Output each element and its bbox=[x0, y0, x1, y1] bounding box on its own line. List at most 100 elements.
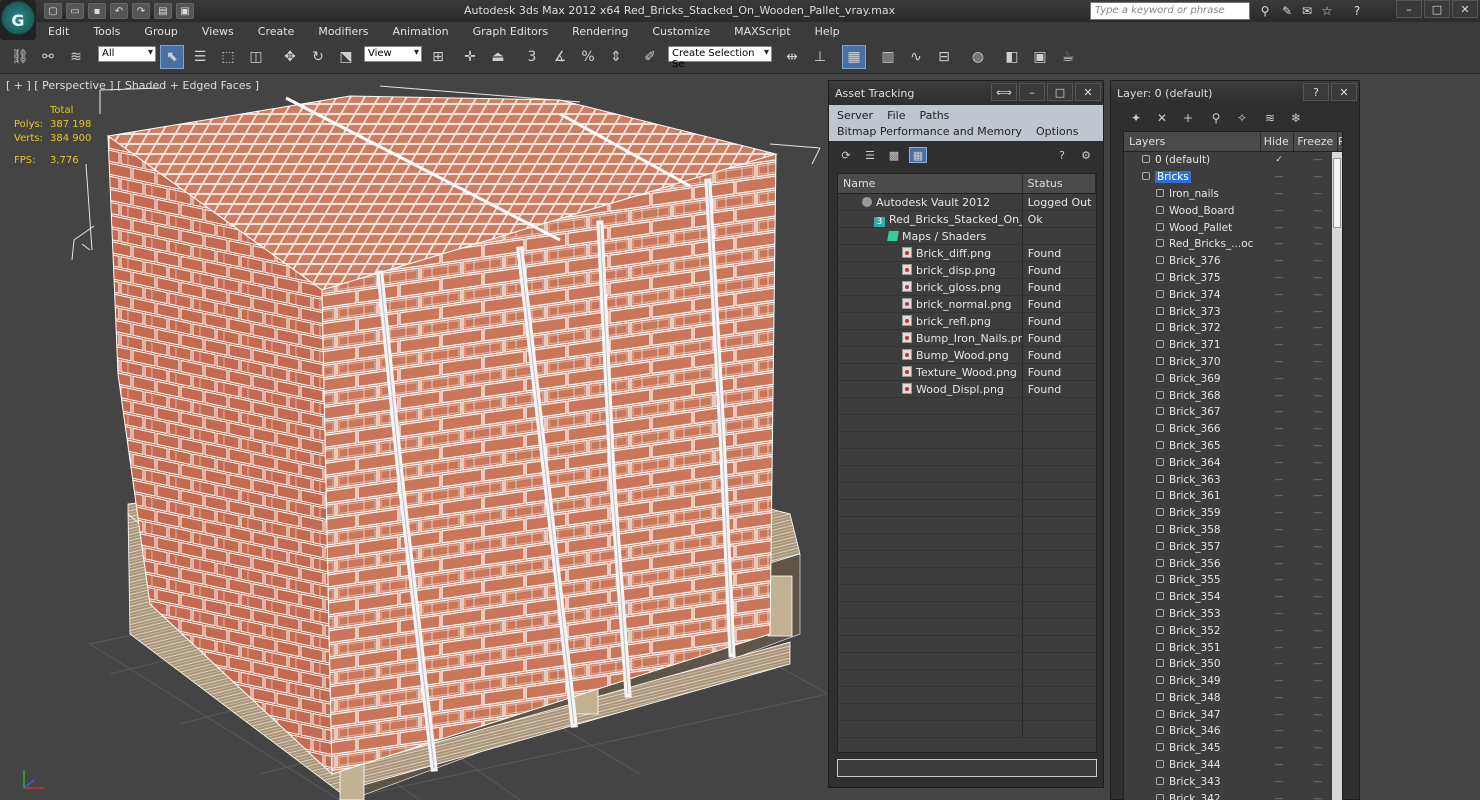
layer-object-row[interactable]: Brick_356— — bbox=[1124, 555, 1342, 572]
layer-hide-toggle[interactable]: — bbox=[1262, 340, 1296, 350]
asset-close-button[interactable]: ✕ bbox=[1075, 83, 1101, 101]
layer-object-row[interactable]: Iron_nails — — bbox=[1124, 186, 1342, 203]
material-editor-icon[interactable]: ◍ bbox=[966, 45, 990, 69]
layer-row[interactable]: 0 (default) ✓ — bbox=[1124, 152, 1342, 169]
layer-object-row[interactable]: Brick_372— — bbox=[1124, 320, 1342, 337]
menu-group[interactable]: Group bbox=[132, 25, 190, 38]
asset-help-icon[interactable]: ? bbox=[1053, 147, 1071, 163]
workspace-icon[interactable]: ▣ bbox=[176, 3, 194, 19]
layer-hide-toggle[interactable]: — bbox=[1262, 726, 1296, 736]
asset-row[interactable]: brick_disp.png Found bbox=[838, 262, 1096, 279]
highlight-layer-icon[interactable]: ✧ bbox=[1233, 110, 1251, 126]
bind-spacewarp-icon[interactable]: ≋ bbox=[64, 45, 88, 69]
layer-help-button[interactable]: ? bbox=[1303, 83, 1329, 101]
asset-row[interactable]: 3 Red_Bricks_Stacked_On_W... Ok bbox=[838, 211, 1096, 228]
menu-rendering[interactable]: Rendering bbox=[560, 25, 640, 38]
layer-object-row[interactable]: Brick_364— — bbox=[1124, 454, 1342, 471]
layer-hide-toggle[interactable]: — bbox=[1262, 575, 1296, 585]
layer-object-row[interactable]: Brick_358— — bbox=[1124, 522, 1342, 539]
layer-hide-toggle[interactable]: — bbox=[1262, 256, 1296, 266]
menu-animation[interactable]: Animation bbox=[381, 25, 461, 38]
layer-object-row[interactable]: Brick_376— — bbox=[1124, 253, 1342, 270]
mirror-icon[interactable]: ⇹ bbox=[780, 45, 804, 69]
help-icon[interactable]: ? bbox=[1348, 3, 1366, 19]
layer-hide-toggle[interactable]: — bbox=[1262, 323, 1296, 333]
named-selection-dropdown[interactable]: Create Selection Se bbox=[668, 46, 772, 70]
menu-customize[interactable]: Customize bbox=[640, 25, 722, 38]
layer-object-row[interactable]: Brick_357— — bbox=[1124, 538, 1342, 555]
graphite-toolbar-icon[interactable]: ▥ bbox=[876, 45, 900, 69]
render-setup-icon[interactable]: ◧ bbox=[1000, 45, 1024, 69]
layer-object-row[interactable]: Brick_359— — bbox=[1124, 505, 1342, 522]
layer-object-row[interactable]: Brick_345— — bbox=[1124, 740, 1342, 757]
asset-row[interactable]: brick_normal.png Found bbox=[838, 296, 1096, 313]
layer-hide-toggle[interactable]: — bbox=[1262, 760, 1296, 770]
viewport-label[interactable]: [ + ] [ Perspective ] [ Shaded + Edged F… bbox=[6, 79, 259, 92]
curve-editor-icon[interactable]: ∿ bbox=[904, 45, 928, 69]
save-file-icon[interactable]: ▪ bbox=[88, 3, 106, 19]
menu-maxscript[interactable]: MAXScript bbox=[722, 25, 802, 38]
layer-object-row[interactable]: Red_Bricks_...oc — — bbox=[1124, 236, 1342, 253]
layer-object-row[interactable]: Brick_348— — bbox=[1124, 690, 1342, 707]
subscription-icon[interactable]: ✎ bbox=[1278, 3, 1296, 19]
column-name[interactable]: Name bbox=[838, 174, 1023, 193]
layer-hide-toggle[interactable]: — bbox=[1262, 475, 1296, 485]
layer-hide-toggle[interactable]: — bbox=[1262, 407, 1296, 417]
create-layer-icon[interactable]: ✦ bbox=[1127, 110, 1145, 126]
schematic-view-icon[interactable]: ⊟ bbox=[932, 45, 956, 69]
layer-object-row[interactable]: Brick_367— — bbox=[1124, 404, 1342, 421]
layer-hide-toggle[interactable]: — bbox=[1262, 794, 1296, 800]
select-object-icon[interactable]: ⬉ bbox=[160, 45, 184, 69]
asset-tracking-titlebar[interactable]: Asset Tracking ⟺ – □ ✕ bbox=[829, 81, 1103, 105]
list-view-icon[interactable]: ☰ bbox=[861, 147, 879, 163]
move-icon[interactable]: ✥ bbox=[278, 45, 302, 69]
layer-object-row[interactable]: Wood_Board — — bbox=[1124, 202, 1342, 219]
dock-toggle-icon[interactable]: ⟺ bbox=[991, 83, 1017, 101]
asset-menu-bitmap-performance[interactable]: Bitmap Performance and Memory bbox=[837, 125, 1022, 138]
asset-minimize-button[interactable]: – bbox=[1019, 83, 1045, 101]
layer-object-row[interactable]: Brick_365— — bbox=[1124, 438, 1342, 455]
layer-hide-toggle[interactable]: — bbox=[1262, 777, 1296, 787]
layer-object-row[interactable]: Brick_375— — bbox=[1124, 270, 1342, 287]
layer-hide-toggle[interactable]: — bbox=[1262, 239, 1296, 249]
layer-hide-toggle[interactable]: — bbox=[1262, 189, 1296, 199]
asset-status-field[interactable] bbox=[837, 759, 1097, 777]
layer-hide-toggle[interactable]: — bbox=[1262, 743, 1296, 753]
align-icon[interactable]: ⊥ bbox=[808, 45, 832, 69]
select-in-layer-icon[interactable]: ⚲ bbox=[1207, 110, 1225, 126]
layer-object-row[interactable]: Brick_353— — bbox=[1124, 606, 1342, 623]
layer-hide-toggle[interactable]: — bbox=[1262, 643, 1296, 653]
layer-object-row[interactable]: Brick_374— — bbox=[1124, 286, 1342, 303]
layer-object-row[interactable]: Brick_366— — bbox=[1124, 421, 1342, 438]
spinner-snap-icon[interactable]: ⇕ bbox=[604, 45, 628, 69]
layer-hide-toggle[interactable]: — bbox=[1262, 609, 1296, 619]
menu-help[interactable]: Help bbox=[803, 25, 852, 38]
column-status[interactable]: Status bbox=[1023, 174, 1096, 193]
percent-snap-icon[interactable]: % bbox=[576, 45, 600, 69]
layer-hide-toggle[interactable]: — bbox=[1262, 206, 1296, 216]
select-by-name-icon[interactable]: ☰ bbox=[188, 45, 212, 69]
minimize-button[interactable]: – bbox=[1396, 0, 1422, 18]
asset-row[interactable]: Maps / Shaders bbox=[838, 228, 1096, 245]
perspective-viewport[interactable]: [ + ] [ Perspective ] [ Shaded + Edged F… bbox=[0, 74, 828, 800]
layer-object-row[interactable]: Brick_355— — bbox=[1124, 572, 1342, 589]
column-render[interactable]: R bbox=[1338, 132, 1342, 151]
table-view-icon[interactable]: ▦ bbox=[909, 147, 927, 163]
menu-views[interactable]: Views bbox=[190, 25, 246, 38]
layer-hide-toggle[interactable]: — bbox=[1262, 525, 1296, 535]
layer-object-row[interactable]: Brick_354— — bbox=[1124, 589, 1342, 606]
layer-hide-toggle[interactable]: — bbox=[1262, 391, 1296, 401]
layer-manager-icon[interactable]: ▦ bbox=[842, 45, 866, 69]
layer-object-row[interactable]: Brick_369— — bbox=[1124, 370, 1342, 387]
layer-object-row[interactable]: Brick_368— — bbox=[1124, 387, 1342, 404]
asset-row[interactable]: brick_gloss.png Found bbox=[838, 279, 1096, 296]
layer-hide-toggle[interactable]: — bbox=[1262, 693, 1296, 703]
layer-object-row[interactable]: Brick_363— — bbox=[1124, 471, 1342, 488]
layer-hide-toggle[interactable]: — bbox=[1262, 676, 1296, 686]
layer-object-row[interactable]: Brick_343— — bbox=[1124, 773, 1342, 790]
layer-titlebar[interactable]: Layer: 0 (default) ? ✕ bbox=[1111, 81, 1359, 105]
layer-row[interactable]: Bricks — — bbox=[1124, 169, 1342, 186]
layer-hide-toggle[interactable]: — bbox=[1262, 508, 1296, 518]
layer-hide-toggle[interactable]: — bbox=[1262, 273, 1296, 283]
layer-object-row[interactable]: Brick_347— — bbox=[1124, 706, 1342, 723]
